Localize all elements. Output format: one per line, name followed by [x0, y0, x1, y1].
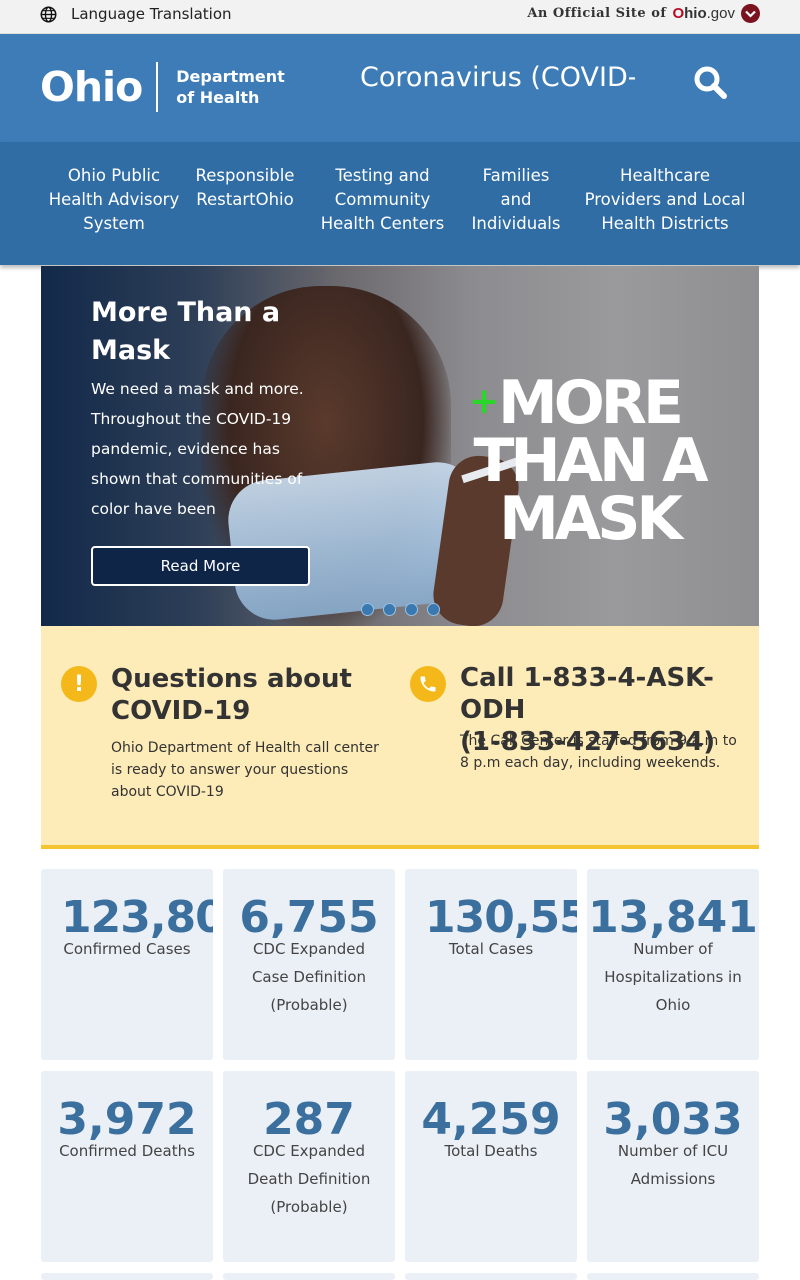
logo-department-text: Department of Health: [176, 67, 285, 107]
stat-label: Confirmed Cases: [63, 940, 191, 958]
stat-card-partial: [587, 1273, 759, 1280]
call-center-hours-text: The Call Center is staffed from 9 a.m to…: [460, 733, 737, 771]
stat-card-probable-cases: 6,755 CDC Expanded Case Definition (Prob…: [223, 869, 395, 1060]
stat-label: Total Deaths: [444, 1142, 538, 1160]
stat-card-hospitalizations: 13,841 Number of Hospitalizations in Ohi…: [587, 869, 759, 1060]
globe-icon: [40, 6, 57, 23]
stat-card-partial: [41, 1273, 213, 1280]
stat-label: CDC Expanded Death Definition (Probable): [247, 1142, 371, 1216]
stat-label: Number of ICU Admissions: [617, 1142, 729, 1188]
official-site-text: An Official Site of: [527, 6, 667, 21]
stat-card-confirmed-deaths: 3,972 Confirmed Deaths: [41, 1071, 213, 1262]
read-more-button[interactable]: Read More: [91, 546, 310, 586]
exclamation-icon: !: [61, 666, 97, 702]
contact-info-band: ! Questions about COVID-19 Ohio Departme…: [41, 626, 759, 849]
stat-label: Confirmed Deaths: [59, 1142, 195, 1160]
chevron-down-icon[interactable]: [741, 4, 760, 23]
official-site-banner[interactable]: An Official Site of Ohio.gov: [527, 4, 760, 23]
stat-card-confirmed-cases: 123,803 Confirmed Cases: [41, 869, 213, 1060]
stat-card-partial: [405, 1273, 577, 1280]
nav-item-healthcare-providers[interactable]: Healthcare Providers and Local Health Di…: [580, 164, 750, 236]
questions-text: Ohio Department of Health call center is…: [111, 740, 379, 800]
stat-card-icu-admissions: 3,033 Number of ICU Admissions: [587, 1071, 759, 1262]
nav-item-testing[interactable]: Testing and Community Health Centers: [320, 164, 445, 236]
stat-card-total-cases: 130,558 Total Cases: [405, 869, 577, 1060]
more-than-a-mask-graphic: MORE THAN A MASK: [473, 368, 708, 554]
site-header: Ohio Department of Health Coronavirus (CO…: [0, 34, 800, 142]
nav-item-public-health-advisory[interactable]: Ohio Public Health Advisory System: [48, 164, 180, 236]
page-title: Coronavirus (COVID-19): [360, 62, 635, 93]
nav-item-responsible-restart[interactable]: Responsible RestartOhio: [190, 164, 300, 212]
logo-ohio-wordmark: Ohio: [40, 63, 143, 111]
hero-body-text: We need a mask and more. Throughout the …: [91, 380, 304, 518]
carousel-dot-1[interactable]: [361, 603, 374, 616]
stat-card-partial: [223, 1273, 395, 1280]
hero-carousel[interactable]: More Than a Mask We need a mask and more…: [41, 266, 759, 626]
stat-label: Number of Hospitalizations in Ohio: [604, 940, 742, 1014]
language-translation-link[interactable]: Language Translation: [40, 5, 232, 23]
carousel-dot-2[interactable]: [383, 603, 396, 616]
ohio-gov-logo: Ohio.gov: [672, 5, 735, 22]
phone-icon: [410, 666, 446, 702]
stat-label: CDC Expanded Case Definition (Probable): [251, 940, 367, 1014]
carousel-indicators: [361, 603, 440, 616]
questions-title: Questions about COVID-19: [111, 664, 352, 726]
search-button[interactable]: [692, 64, 730, 102]
stat-label: Total Cases: [448, 940, 534, 958]
logo-divider: [156, 62, 159, 112]
carousel-dot-3[interactable]: [405, 603, 418, 616]
odh-logo[interactable]: Ohio Department of Health: [40, 62, 285, 112]
top-bar: Language Translation An Official Site of…: [0, 0, 800, 34]
stat-card-probable-deaths: 287 CDC Expanded Death Definition (Proba…: [223, 1071, 395, 1262]
stat-card-total-deaths: 4,259 Total Deaths: [405, 1071, 577, 1262]
nav-item-families[interactable]: Families and Individuals: [466, 164, 566, 236]
language-translation-label: Language Translation: [71, 5, 232, 23]
carousel-dot-4[interactable]: [427, 603, 440, 616]
main-navigation: Ohio Public Health Advisory System Respo…: [0, 142, 800, 265]
search-icon: [692, 66, 730, 106]
hero-title: More Than a Mask: [91, 297, 281, 366]
